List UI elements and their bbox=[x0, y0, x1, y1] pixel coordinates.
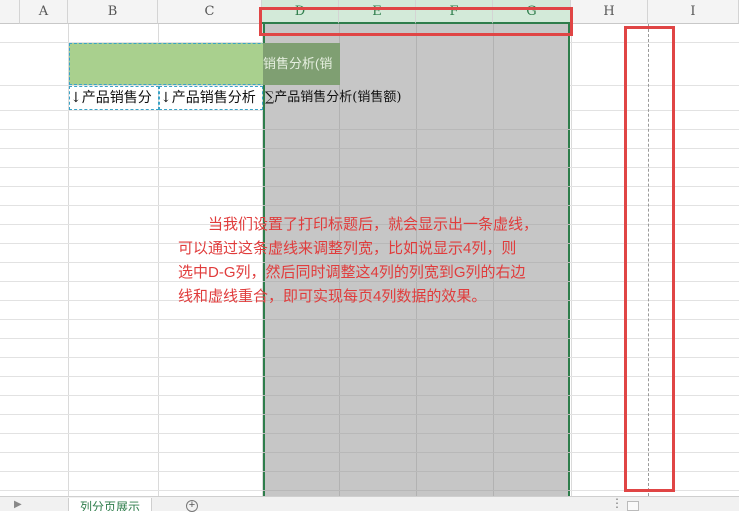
gridline bbox=[263, 338, 570, 339]
horizontal-scrollbar[interactable] bbox=[627, 501, 639, 511]
gridline bbox=[263, 357, 570, 358]
select-all-corner[interactable] bbox=[0, 0, 20, 24]
next-sheet-arrow-icon[interactable]: ▶ bbox=[14, 499, 22, 510]
spreadsheet-grid[interactable]: A B C D E F G H I 销售分析(销 ↓产品销售分 ↓产品销售分析 … bbox=[0, 0, 739, 496]
gridline bbox=[263, 319, 570, 320]
pivot-value-field[interactable]: ∑产品销售分析(销售额) bbox=[265, 86, 401, 110]
annotation-line-3: 选中D-G列，然后同时调整这4列的列宽到G列的右边 bbox=[178, 264, 526, 281]
column-header-a[interactable]: A bbox=[20, 0, 68, 24]
annotation-line-1: 当我们设置了打印标题后，就会显示出一条虚线， bbox=[208, 216, 539, 233]
tab-splitter-icon[interactable]: ⋮ bbox=[611, 496, 623, 510]
pivot-row-field-1[interactable]: ↓产品销售分 bbox=[69, 86, 159, 110]
gridline bbox=[263, 186, 570, 187]
gridline bbox=[263, 414, 570, 415]
gridline bbox=[263, 395, 570, 396]
pivot-title-text: 销售分析(销 bbox=[263, 56, 333, 71]
add-sheet-icon[interactable]: + bbox=[186, 500, 198, 512]
gridline bbox=[263, 148, 570, 149]
column-header-h[interactable]: H bbox=[571, 0, 648, 24]
column-header-i[interactable]: I bbox=[648, 0, 739, 24]
gridline bbox=[263, 490, 570, 491]
gridline bbox=[263, 433, 570, 434]
gridline bbox=[263, 376, 570, 377]
gridline bbox=[263, 452, 570, 453]
gridline bbox=[263, 471, 570, 472]
gridline bbox=[263, 129, 570, 130]
pivot-row-field-2[interactable]: ↓产品销售分析 bbox=[159, 86, 263, 110]
annotation-line-2: 可以通过这条虚线来调整列宽，比如说显示4列，则 bbox=[178, 240, 517, 257]
annotation-text: 当我们设置了打印标题后，就会显示出一条虚线， 可以通过这条虚线来调整列宽，比如说… bbox=[178, 213, 628, 309]
sheet-tab-active[interactable]: 列分页展示 bbox=[68, 498, 152, 511]
column-header-c[interactable]: C bbox=[158, 0, 262, 24]
highlight-box-columns-d-g bbox=[259, 7, 573, 36]
annotation-line-4: 线和虚线重合，即可实现每页4列数据的效果。 bbox=[178, 288, 487, 305]
gridline bbox=[263, 167, 570, 168]
gridline bbox=[263, 205, 570, 206]
column-header-b[interactable]: B bbox=[68, 0, 158, 24]
highlight-box-page-break bbox=[624, 26, 675, 492]
